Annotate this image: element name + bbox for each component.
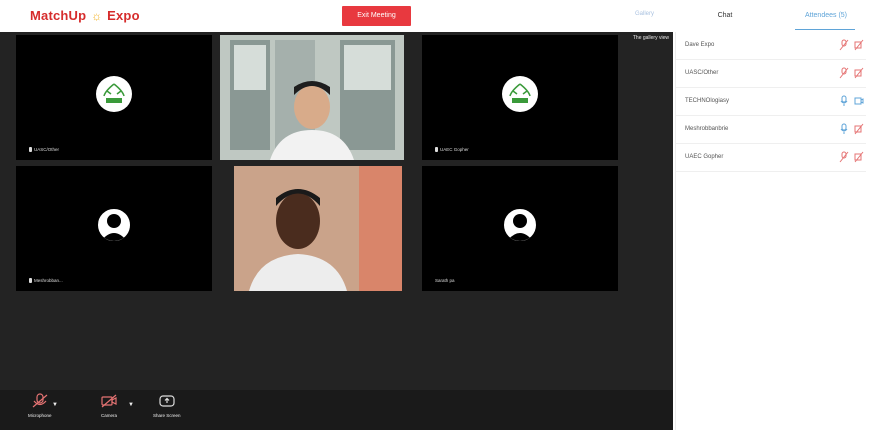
microphone-icon[interactable] bbox=[839, 95, 849, 107]
camera-button[interactable]: ▼ Camera bbox=[100, 393, 134, 418]
sun-icon: ☼ bbox=[91, 9, 103, 23]
tile-name-text: Meshrobban... bbox=[34, 278, 63, 283]
microphone-muted-icon bbox=[32, 393, 48, 408]
tab-chat[interactable]: Chat bbox=[675, 0, 775, 32]
active-tab-indicator bbox=[795, 29, 855, 30]
tile-name-text: UAEC Gopher bbox=[440, 147, 469, 152]
participant-row[interactable]: Dave Expo bbox=[676, 32, 866, 60]
logo-text-right: Expo bbox=[107, 8, 140, 23]
video-tile[interactable]: Sarath pa bbox=[422, 166, 618, 291]
microphone-icon[interactable] bbox=[839, 123, 849, 135]
camera-label: Camera bbox=[100, 413, 117, 418]
tile-name: UASC/Other bbox=[29, 147, 59, 152]
participant-row[interactable]: TECHNOlogiasy bbox=[676, 88, 866, 116]
mic-icon bbox=[29, 278, 32, 283]
share-screen-icon bbox=[159, 395, 175, 407]
exit-meeting-button[interactable]: Exit Meeting bbox=[342, 6, 411, 26]
app-logo: MatchUp ☼ Expo bbox=[30, 8, 140, 23]
video-tile[interactable] bbox=[220, 35, 404, 160]
tile-name-text: Sarath pa bbox=[435, 278, 455, 283]
participant-row[interactable]: Meshrobbanbrie bbox=[676, 116, 866, 144]
tile-name-text: UASC/Other bbox=[34, 147, 60, 152]
microphone-button[interactable]: ▼ Microphone bbox=[28, 393, 58, 418]
share-screen-button[interactable]: Share Screen bbox=[153, 393, 181, 418]
video-stage: The gallery view UASC/Other UAEC Gopher … bbox=[0, 32, 673, 430]
microphone-muted-icon[interactable] bbox=[839, 39, 849, 51]
participants-panel: Dave Expo UASC/Other TECHNOlogiasy Meshr… bbox=[675, 32, 877, 430]
leaf-logo-icon bbox=[509, 82, 531, 103]
microphone-muted-icon[interactable] bbox=[839, 67, 849, 79]
top-bar: MatchUp ☼ Expo Exit Meeting Gallery Chat… bbox=[0, 0, 877, 32]
org-logo bbox=[96, 75, 132, 112]
tile-name: UAEC Gopher bbox=[435, 147, 469, 152]
microphone-label: Microphone bbox=[28, 413, 52, 418]
person-icon bbox=[507, 213, 533, 241]
tile-name: Meshrobban... bbox=[29, 278, 63, 283]
camera-off-icon[interactable] bbox=[854, 151, 864, 163]
org-logo bbox=[502, 75, 538, 112]
mic-icon bbox=[435, 147, 438, 152]
user-avatar-icon bbox=[96, 206, 132, 243]
person-icon bbox=[101, 213, 127, 241]
gallery-view-label[interactable]: The gallery view bbox=[633, 35, 669, 41]
video-tile[interactable]: UASC/Other bbox=[16, 35, 212, 160]
participant-name: UAEC Gopher bbox=[685, 154, 724, 160]
gallery-toggle[interactable]: Gallery bbox=[635, 11, 654, 17]
participant-name: UASC/Other bbox=[685, 70, 719, 76]
video-tile[interactable]: UAEC Gopher bbox=[422, 35, 618, 160]
camera-off-icon[interactable] bbox=[854, 123, 864, 135]
meeting-toolbar: ▼ Microphone ▼ Camera Share Screen bbox=[0, 390, 673, 430]
share-screen-label: Share Screen bbox=[153, 413, 181, 418]
participant-row[interactable]: UAEC Gopher bbox=[676, 144, 866, 172]
microphone-muted-icon[interactable] bbox=[839, 151, 849, 163]
participant-name: Meshrobbanbrie bbox=[685, 126, 729, 132]
camera-off-icon[interactable] bbox=[854, 67, 864, 79]
tile-name: Sarath pa bbox=[435, 278, 455, 283]
camera-icon[interactable] bbox=[854, 95, 864, 107]
leaf-logo-icon bbox=[103, 82, 125, 103]
logo-text-left: MatchUp bbox=[30, 8, 87, 23]
participant-row[interactable]: UASC/Other bbox=[676, 60, 866, 88]
camera-off-icon[interactable] bbox=[854, 39, 864, 51]
tab-participants[interactable]: Attendees (5) bbox=[775, 0, 877, 32]
participant-name: TECHNOlogiasy bbox=[685, 98, 730, 104]
video-tile[interactable]: Meshrobban... bbox=[16, 166, 212, 291]
chevron-down-icon[interactable]: ▼ bbox=[128, 402, 134, 408]
video-feed bbox=[220, 35, 404, 160]
mic-icon bbox=[29, 147, 32, 152]
video-tile[interactable] bbox=[234, 166, 402, 291]
chevron-down-icon[interactable]: ▼ bbox=[52, 402, 58, 408]
participant-name: Dave Expo bbox=[685, 42, 715, 48]
camera-off-icon bbox=[101, 394, 117, 408]
user-avatar-icon bbox=[502, 206, 538, 243]
video-feed bbox=[234, 166, 402, 291]
